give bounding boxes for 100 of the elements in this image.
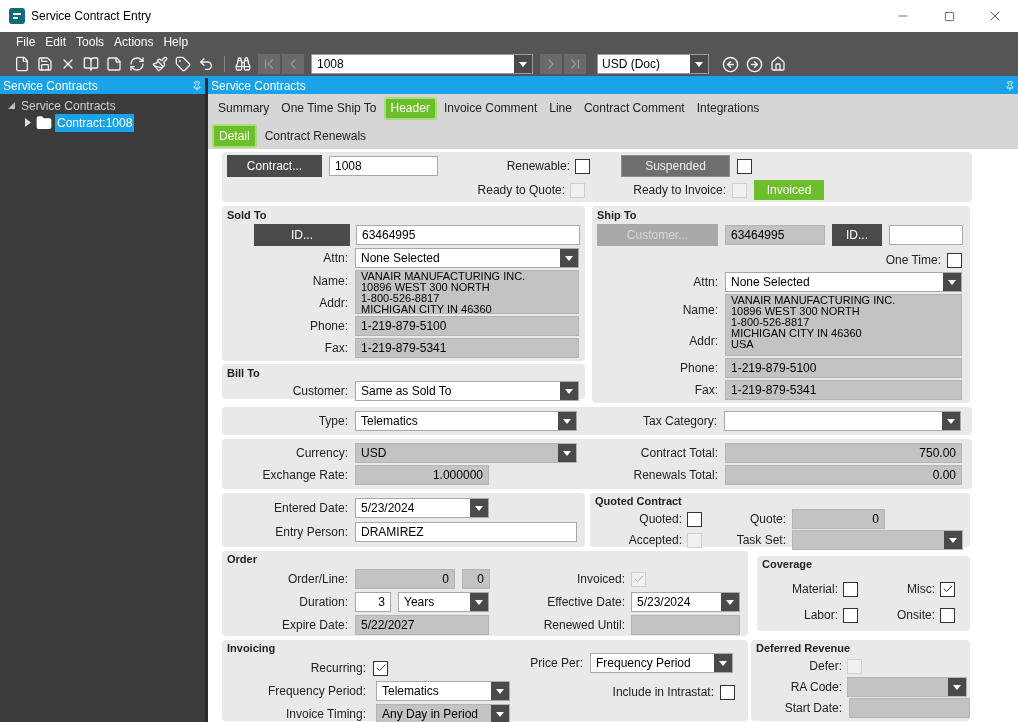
checkbox[interactable] bbox=[373, 660, 388, 676]
button[interactable]: ID... bbox=[832, 224, 882, 246]
forward-icon[interactable] bbox=[746, 55, 763, 73]
caret-icon[interactable] bbox=[491, 682, 509, 700]
checkbox[interactable] bbox=[720, 684, 735, 700]
readonly-field[interactable]: 1-219-879-5100 bbox=[725, 358, 962, 378]
checkbox[interactable] bbox=[843, 581, 858, 597]
readonly-field[interactable]: 0.00 bbox=[725, 465, 962, 485]
tab[interactable]: Integrations bbox=[691, 96, 765, 120]
caret-icon[interactable] bbox=[690, 55, 708, 73]
dropdown[interactable] bbox=[724, 411, 961, 431]
refresh-icon[interactable] bbox=[129, 56, 145, 72]
checkbox[interactable] bbox=[947, 252, 962, 268]
back-icon[interactable] bbox=[722, 55, 739, 73]
dropdown[interactable]: None Selected bbox=[355, 248, 579, 268]
currency-dropdown[interactable]: USD (Doc) bbox=[597, 54, 709, 74]
section-title: Bill To bbox=[227, 367, 261, 380]
input-field[interactable]: 3 bbox=[355, 592, 391, 612]
field-label: Renewals Total: bbox=[632, 467, 718, 484]
readonly-field[interactable]: 0 bbox=[355, 569, 455, 589]
caret-icon[interactable] bbox=[470, 499, 488, 517]
input-field[interactable]: DRAMIREZ bbox=[355, 522, 577, 542]
collapsed-arrow-icon[interactable] bbox=[23, 117, 33, 128]
home-icon[interactable] bbox=[770, 56, 786, 72]
readonly-field[interactable]: 0 bbox=[792, 509, 885, 529]
tab[interactable]: Summary bbox=[213, 96, 275, 120]
menu-item[interactable]: Edit bbox=[45, 33, 67, 51]
book-icon[interactable] bbox=[83, 56, 99, 72]
readonly-field[interactable] bbox=[849, 698, 970, 718]
tag-icon[interactable] bbox=[175, 56, 191, 72]
caret-icon[interactable] bbox=[514, 55, 532, 73]
record-dropdown[interactable]: 1008 bbox=[311, 54, 533, 74]
menu-item[interactable]: Actions bbox=[114, 33, 154, 51]
input-field[interactable]: 63464995 bbox=[356, 225, 580, 245]
readonly-field[interactable] bbox=[631, 615, 740, 635]
folder-icon bbox=[36, 114, 52, 131]
dropdown[interactable]: None Selected bbox=[725, 272, 962, 292]
note-icon[interactable] bbox=[106, 56, 122, 72]
tab[interactable]: Line bbox=[544, 96, 577, 120]
readonly-field[interactable]: 1-219-879-5341 bbox=[725, 380, 962, 400]
section-title: Order bbox=[227, 553, 258, 566]
dropdown[interactable]: Telematics bbox=[355, 411, 577, 431]
caret-icon[interactable] bbox=[942, 412, 960, 430]
field-label: Misc: bbox=[906, 581, 935, 598]
caret-icon[interactable] bbox=[943, 273, 961, 291]
dropdown[interactable]: Frequency Period bbox=[590, 653, 733, 673]
dropdown[interactable]: Years bbox=[398, 592, 489, 612]
brush-icon[interactable] bbox=[152, 56, 168, 72]
dropdown[interactable]: Telematics bbox=[376, 681, 510, 701]
caret-icon[interactable] bbox=[721, 593, 739, 611]
input-field[interactable] bbox=[889, 225, 963, 245]
address-field[interactable]: VANAIR MANUFACTURING INC. 10896 WEST 300 NORTH 1-800-526-8817 MICHIGAN CITY IN 46360 USA bbox=[725, 294, 962, 356]
search-icon[interactable] bbox=[235, 56, 251, 72]
tab[interactable]: One Time Ship To bbox=[276, 96, 382, 120]
menu-item[interactable]: Help bbox=[163, 33, 189, 51]
tab[interactable]: Contract Renewals bbox=[259, 123, 372, 148]
checkbox[interactable] bbox=[575, 158, 590, 174]
menu-item[interactable]: Tools bbox=[76, 33, 105, 51]
caret-icon[interactable] bbox=[470, 593, 488, 611]
readonly-field[interactable]: 5/22/2027 bbox=[355, 615, 489, 635]
readonly-field[interactable]: 1-219-879-5341 bbox=[355, 338, 579, 358]
new-icon[interactable] bbox=[14, 56, 30, 72]
field-label: Accepted: bbox=[627, 532, 682, 549]
button[interactable]: Suspended bbox=[621, 155, 730, 177]
field-label: Attn: bbox=[692, 274, 718, 291]
field-label: Task Set: bbox=[735, 532, 786, 549]
dropdown[interactable]: 5/23/2024 bbox=[355, 498, 489, 518]
readonly-field[interactable]: 1-219-879-5100 bbox=[355, 316, 579, 336]
check-icon bbox=[632, 573, 645, 585]
save-icon[interactable] bbox=[37, 56, 53, 72]
checkbox[interactable] bbox=[843, 607, 858, 623]
checkbox[interactable] bbox=[940, 607, 955, 623]
tab[interactable]: Contract Comment bbox=[578, 96, 690, 120]
caret-icon[interactable] bbox=[560, 249, 578, 267]
tree-item[interactable]: Service Contracts bbox=[19, 96, 118, 115]
caret-icon[interactable] bbox=[558, 412, 576, 430]
button[interactable]: ID... bbox=[254, 224, 350, 246]
caret-icon[interactable] bbox=[714, 654, 732, 672]
field-label: Recurring: bbox=[309, 660, 366, 677]
readonly-field[interactable]: 63464995 bbox=[725, 225, 825, 245]
section-title: Invoicing bbox=[227, 642, 277, 655]
expanded-arrow-icon[interactable] bbox=[6, 100, 16, 111]
menu-item[interactable]: File bbox=[16, 33, 36, 51]
readonly-field[interactable]: 750.00 bbox=[725, 443, 962, 463]
caret-icon[interactable] bbox=[560, 382, 578, 400]
input-field[interactable]: 1008 bbox=[329, 156, 438, 176]
field-label: Duration: bbox=[298, 594, 348, 611]
dropdown[interactable]: 5/23/2024 bbox=[631, 592, 740, 612]
button[interactable]: Contract... bbox=[227, 155, 322, 177]
readonly-field[interactable]: 1.000000 bbox=[355, 465, 489, 485]
checkbox[interactable] bbox=[737, 158, 752, 174]
field-label: RA Code: bbox=[789, 679, 842, 696]
readonly-field[interactable]: 0 bbox=[462, 569, 490, 589]
address-field[interactable]: VANAIR MANUFACTURING INC. 10896 WEST 300 NORTH 1-800-526-8817 MICHIGAN CITY IN 46360 bbox=[355, 270, 579, 314]
checkbox[interactable] bbox=[687, 511, 702, 527]
field-label: One Time: bbox=[885, 252, 941, 269]
checkbox[interactable] bbox=[940, 581, 955, 597]
dropdown[interactable]: Same as Sold To bbox=[355, 381, 579, 401]
tab[interactable]: Invoice Comment bbox=[438, 96, 543, 120]
undo-icon[interactable] bbox=[198, 56, 214, 72]
